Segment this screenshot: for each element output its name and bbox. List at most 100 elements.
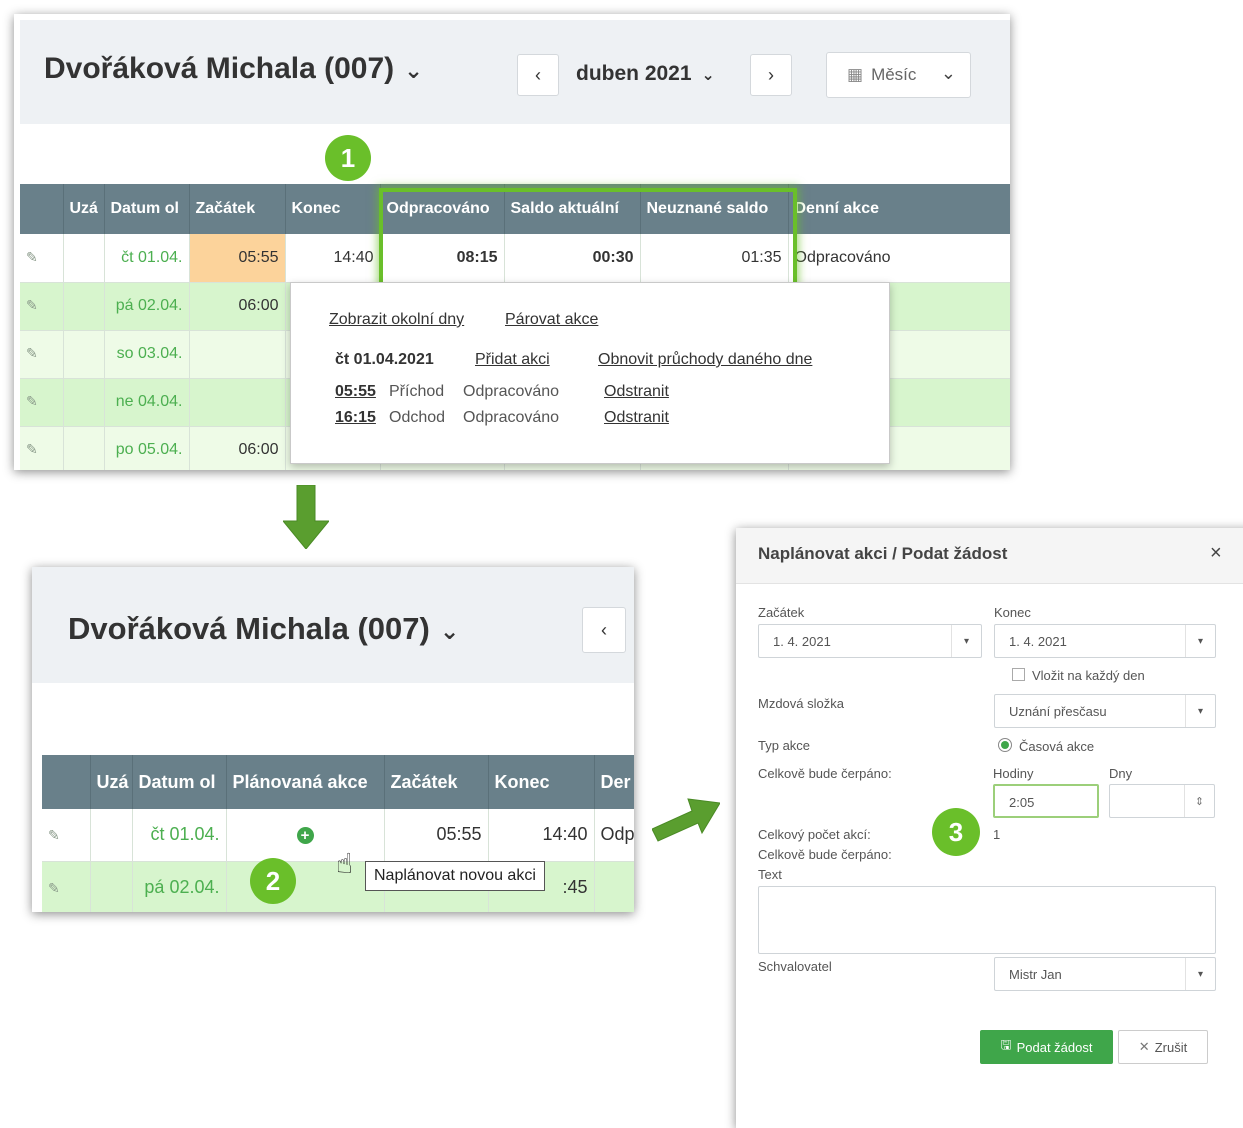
planning-table: Uzá Datum ol Plánovaná akce Začátek Kone… [42,755,634,912]
row-start: 06:00 [189,426,286,470]
table-header: Uzá Datum ol Plánovaná akce Začátek Kone… [42,755,634,809]
row-end: 14:40 [285,234,381,283]
row-start [189,330,286,379]
refresh-passes-link[interactable]: Obnovit průchody daného dne [598,351,812,369]
row-start [189,378,286,427]
prev-month-button[interactable]: ‹ [517,54,559,96]
entry-type: Příchod [389,383,445,400]
count-value: 1 [993,827,1001,842]
col-end[interactable]: Konec [285,184,381,234]
step-marker-2: 2 [250,858,296,904]
col-unrecognized[interactable]: Neuznané saldo [640,184,789,234]
employee-selector[interactable]: Dvořáková Michala (007) ⌄ [44,52,423,86]
col-date[interactable]: Datum ol [104,184,190,234]
pencil-icon[interactable]: ✎ [48,880,60,896]
employee-selector[interactable]: Dvořáková Michala (007) ⌄ [68,611,459,647]
arrow-down-icon [283,485,329,549]
col-end[interactable]: Konec [488,755,595,809]
add-planned-action-icon[interactable]: + [296,827,314,845]
hours-input[interactable]: 2:05 [993,784,1099,818]
attendance-card: Dvořáková Michala (007) ⌄ ‹ duben 2021 ⌄ ›… [14,14,1010,470]
dialog-title: Naplánovat akci / Podat žádost [758,544,1008,563]
plan-action-dialog: Naplánovat akci / Podat žádost × Začátek… [736,528,1243,1128]
start-date-value: 1. 4. 2021 [773,634,831,649]
dialog-header: Naplánovat akci / Podat žádost × [736,528,1243,584]
row-end: 14:40 [488,809,595,862]
row-saldo: 00:30 [504,234,641,283]
approver-label: Schvalovatel [758,959,832,974]
days-label: Dny [1109,766,1133,781]
hand-cursor-icon: ☝ [336,848,354,879]
dropdown-icon: ▾ [951,625,981,657]
chevron-down-icon: ⌄ [940,63,956,83]
pair-actions-link[interactable]: Párovat akce [505,311,598,329]
pencil-icon[interactable]: ✎ [26,297,38,313]
close-icon[interactable]: × [1210,542,1222,565]
dropdown-icon: ▾ [1185,958,1215,990]
popup-day-label: čt 01.04.2021 [335,351,434,368]
remove-entry-link[interactable]: Odstranit [604,409,669,427]
col-worked[interactable]: Odpracováno [380,184,505,234]
total-label: Celkově bude čerpáno: [758,766,892,781]
dropdown-icon: ▾ [1185,625,1215,657]
pencil-icon[interactable]: ✎ [26,249,38,265]
type-value: Časová akce [1019,739,1095,754]
stepper-icon[interactable]: ⇕ [1184,785,1214,817]
col-approved[interactable]: Uzá [90,755,133,809]
row-date: so 03.04. [104,330,190,379]
col-approved[interactable]: Uzá [63,184,105,234]
chevron-down-icon: ⌄ [439,618,460,644]
type-radio[interactable] [998,738,1012,752]
month-selector[interactable]: duben 2021 ⌄ [576,62,715,86]
table-row[interactable]: ✎ čt 01.04. 05:55 14:40 08:15 00:30 01:3… [20,234,1010,283]
next-month-button[interactable]: › [750,54,792,96]
cancel-button[interactable]: ✕ Zrušit [1118,1030,1208,1064]
row-date: ne 04.04. [104,378,190,427]
every-day-label: Vložit na každý den [1032,668,1145,683]
employee-name: Dvořáková Michala (007) [44,52,395,85]
every-day-checkbox[interactable] [1012,668,1025,681]
col-saldo[interactable]: Saldo aktuální [504,184,641,234]
col-daily-action[interactable]: Der [594,755,634,809]
row-unrecognized: 01:35 [640,234,789,283]
col-edit [42,755,91,809]
total-label-2: Celkově bude čerpáno: [758,847,892,862]
dropdown-icon: ▾ [1185,695,1215,727]
pencil-icon[interactable]: ✎ [48,827,60,843]
add-action-link[interactable]: Přidat akci [475,351,550,369]
col-date[interactable]: Datum ol [132,755,227,809]
tooltip: Naplánovat novou akci [365,861,545,891]
row-date: čt 01.04. [104,234,190,283]
text-area[interactable] [758,886,1216,954]
entry-time-link[interactable]: 05:55 [335,383,376,401]
card-header: Dvořáková Michala (007) ⌄ ‹ [32,567,634,683]
entry-time-link[interactable]: 16:15 [335,409,376,427]
remove-entry-link[interactable]: Odstranit [604,383,669,401]
submit-request-button[interactable]: 🖫 Podat žádost [980,1030,1113,1064]
chevron-down-icon: ⌄ [701,67,715,84]
end-date-value: 1. 4. 2021 [1009,634,1067,649]
table-header: Uzá Datum ol Začátek Konec Odpracováno S… [20,184,1010,234]
col-planned-action[interactable]: Plánovaná akce [226,755,385,809]
row-start: 05:55 [189,234,286,283]
type-label: Typ akce [758,738,811,753]
prev-month-button[interactable]: ‹ [582,607,626,653]
col-daily-action[interactable]: Denní akce [788,184,1010,234]
days-input[interactable]: ⇕ [1109,784,1215,818]
view-selector[interactable]: ▦ Měsíc ⌄ [826,52,971,98]
entry-category: Odpracováno [463,383,560,400]
col-start[interactable]: Začátek [384,755,489,809]
col-edit [20,184,64,234]
day-context-popup: Zobrazit okolní dny Párovat akce čt 01.0… [290,282,890,464]
wage-select[interactable]: Uznání přesčasu ▾ [994,694,1216,728]
col-start[interactable]: Začátek [189,184,286,234]
start-date-picker[interactable]: 1. 4. 2021 ▾ [758,624,982,658]
show-surrounding-link[interactable]: Zobrazit okolní dny [329,311,464,329]
end-date-picker[interactable]: 1. 4. 2021 ▾ [994,624,1216,658]
text-label: Text [758,867,782,882]
pencil-icon[interactable]: ✎ [26,345,38,361]
pencil-icon[interactable]: ✎ [26,393,38,409]
planning-card: Dvořáková Michala (007) ⌄ ‹ Uzá Datum ol … [32,567,634,912]
pencil-icon[interactable]: ✎ [26,441,38,457]
approver-select[interactable]: Mistr Jan ▾ [994,957,1216,991]
